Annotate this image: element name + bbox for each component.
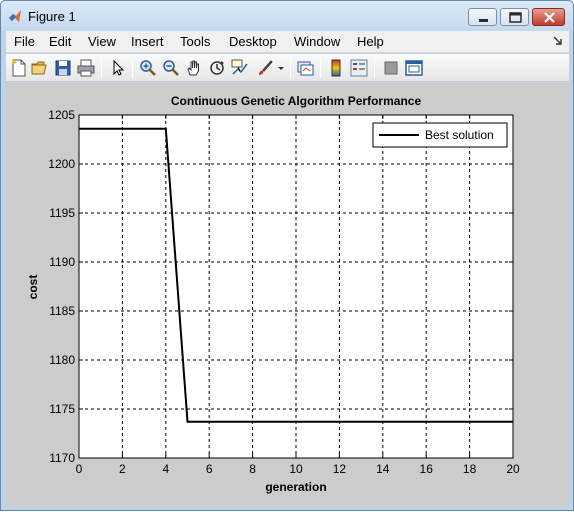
y-tick-label: 1200 <box>48 157 75 171</box>
y-tick-label: 1175 <box>49 402 75 416</box>
x-tick-label: 4 <box>162 462 169 476</box>
y-tick-label: 1195 <box>49 206 75 220</box>
y-tick-label: 1180 <box>49 353 75 367</box>
x-tick-label: 16 <box>420 462 434 476</box>
x-tick-label: 6 <box>206 462 213 476</box>
y-tick-label: 1170 <box>49 451 75 465</box>
legend-label: Best solution <box>425 128 494 142</box>
y-tick-label: 1190 <box>49 255 75 269</box>
x-tick-label: 8 <box>249 462 256 476</box>
x-tick-label: 0 <box>76 462 83 476</box>
line-chart[interactable]: 0 2 4 6 8 10 12 14 16 18 20 1170 1175 1180 1185 1190 119… <box>1 1 574 512</box>
x-tick-label: 2 <box>119 462 126 476</box>
y-tick-label: 1185 <box>49 304 75 318</box>
x-tick-label: 10 <box>289 462 303 476</box>
x-tick-label: 12 <box>333 462 347 476</box>
figure-window: Figure 1 File Edit View Insert Tools Des… <box>0 0 574 511</box>
x-tick-label: 18 <box>463 462 477 476</box>
axes-background <box>79 115 513 458</box>
x-tick-label: 14 <box>376 462 390 476</box>
y-tick-label: 1205 <box>48 108 75 122</box>
x-tick-label: 20 <box>506 462 520 476</box>
